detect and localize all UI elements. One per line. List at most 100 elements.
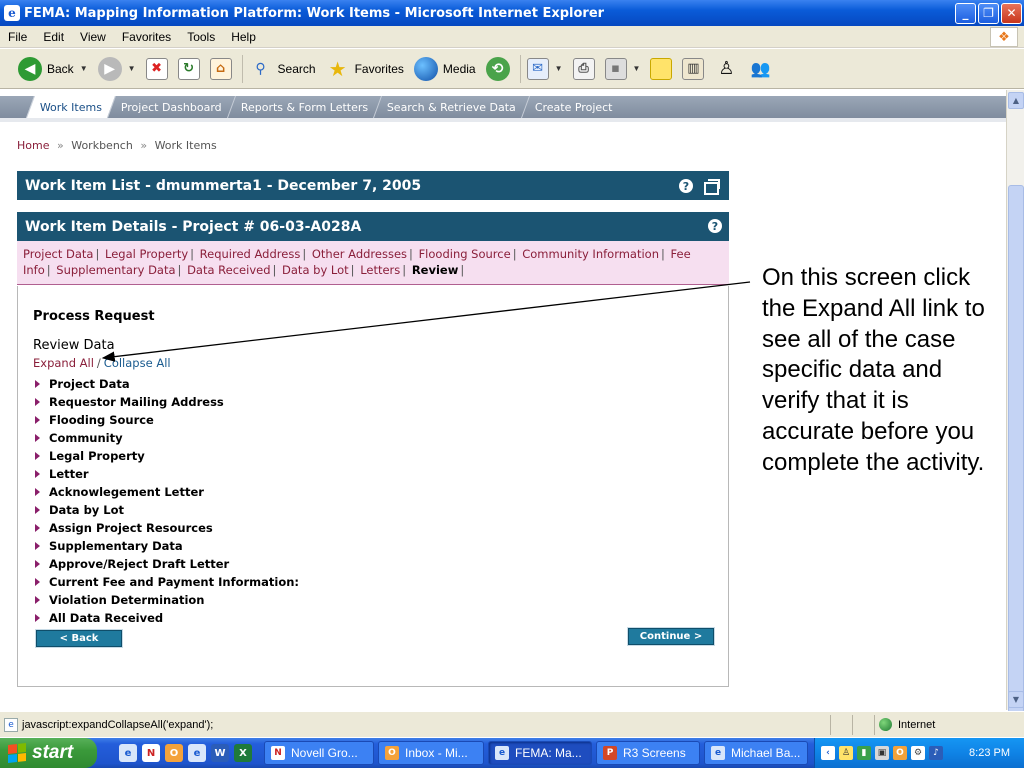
research-button[interactable]: ▥	[682, 57, 705, 80]
section-current-fee-payment[interactable]: Current Fee and Payment Information:	[34, 573, 299, 591]
menu-tools[interactable]: Tools	[179, 30, 223, 44]
expand-triangle-icon[interactable]	[35, 524, 40, 532]
discuss-button[interactable]	[650, 57, 673, 80]
minimize-button[interactable]: _	[955, 2, 976, 24]
quicklaunch-novell-icon[interactable]: N	[142, 744, 160, 762]
back-dropdown-icon[interactable]: ▼	[80, 64, 88, 73]
quicklaunch-ie-icon[interactable]: e	[119, 744, 137, 762]
menu-file[interactable]: File	[0, 30, 35, 44]
tab-project-dashboard[interactable]: Project Dashboard	[107, 96, 235, 118]
subnav-data-received[interactable]: Data Received	[187, 263, 270, 277]
tray-signal-icon[interactable]: ▮	[857, 746, 871, 760]
help-icon[interactable]: ?	[679, 179, 693, 193]
breadcrumb-home-link[interactable]: Home	[17, 139, 49, 152]
menu-view[interactable]: View	[72, 30, 114, 44]
menu-help[interactable]: Help	[223, 30, 264, 44]
quicklaunch-excel-icon[interactable]: X	[234, 744, 252, 762]
task-inbox[interactable]: O Inbox - Mi...	[378, 741, 484, 765]
tab-reports-form-letters[interactable]: Reports & Form Letters	[226, 96, 382, 118]
section-letter[interactable]: Letter	[34, 465, 299, 483]
section-assign-project-resources[interactable]: Assign Project Resources	[34, 519, 299, 537]
expand-triangle-icon[interactable]	[35, 416, 40, 424]
favorites-button[interactable]: ★ Favorites	[326, 57, 404, 81]
section-project-data[interactable]: Project Data	[34, 375, 299, 393]
back-page-button[interactable]: < Back	[36, 630, 122, 647]
tray-network-icon[interactable]: ▣	[875, 746, 889, 760]
contacts-button[interactable]: 👥	[748, 57, 772, 81]
task-fema-active[interactable]: e FEMA: Ma...	[488, 741, 592, 765]
section-data-by-lot[interactable]: Data by Lot	[34, 501, 299, 519]
section-violation-determination[interactable]: Violation Determination	[34, 591, 299, 609]
subnav-data-by-lot[interactable]: Data by Lot	[282, 263, 349, 277]
collapse-all-link[interactable]: Collapse All	[104, 356, 171, 370]
section-approve-reject-draft-letter[interactable]: Approve/Reject Draft Letter	[34, 555, 299, 573]
quicklaunch-browser-icon[interactable]: e	[188, 744, 206, 762]
tray-outlook-icon[interactable]: O	[893, 746, 907, 760]
expand-triangle-icon[interactable]	[35, 542, 40, 550]
subnav-project-data[interactable]: Project Data	[23, 247, 93, 261]
forward-dropdown-icon[interactable]: ▼	[128, 64, 136, 73]
subnav-flooding-source[interactable]: Flooding Source	[419, 247, 511, 261]
section-supplementary-data[interactable]: Supplementary Data	[34, 537, 299, 555]
subnav-review[interactable]: Review	[412, 263, 459, 277]
vertical-scrollbar[interactable]: ▲ ▼	[1006, 90, 1024, 713]
expand-triangle-icon[interactable]	[35, 398, 40, 406]
section-community[interactable]: Community	[34, 429, 299, 447]
restore-window-icon[interactable]	[704, 179, 720, 195]
start-button[interactable]: start	[0, 738, 97, 768]
tray-volume-icon[interactable]: ♪	[929, 746, 943, 760]
task-novell[interactable]: N Novell Gro...	[264, 741, 374, 765]
mail-dropdown-icon[interactable]: ▼	[555, 64, 563, 73]
tab-create-project[interactable]: Create Project	[521, 96, 626, 118]
maximize-button[interactable]: ❐	[978, 2, 999, 24]
mail-button[interactable]: ✉ ▼	[526, 57, 563, 80]
subnav-community-information[interactable]: Community Information	[522, 247, 659, 261]
subnav-letters[interactable]: Letters	[360, 263, 400, 277]
quicklaunch-outlook-icon[interactable]: O	[165, 744, 183, 762]
scroll-up-arrow-icon[interactable]: ▲	[1008, 92, 1024, 109]
expand-triangle-icon[interactable]	[35, 560, 40, 568]
menu-edit[interactable]: Edit	[35, 30, 72, 44]
expand-triangle-icon[interactable]	[35, 578, 40, 586]
quicklaunch-word-icon[interactable]: W	[211, 744, 229, 762]
section-requestor-mailing-address[interactable]: Requestor Mailing Address	[34, 393, 299, 411]
scrollbar-thumb[interactable]	[1008, 185, 1024, 713]
subnav-required-address[interactable]: Required Address	[200, 247, 301, 261]
task-r3-screens[interactable]: P R3 Screens	[596, 741, 700, 765]
subnav-legal-property[interactable]: Legal Property	[105, 247, 188, 261]
tab-work-items[interactable]: Work Items	[25, 96, 116, 118]
subnav-other-addresses[interactable]: Other Addresses	[312, 247, 407, 261]
close-button[interactable]: ✕	[1001, 2, 1022, 24]
print-button[interactable]: ⎙	[572, 57, 595, 80]
history-button[interactable]: ⟲	[485, 56, 510, 81]
search-button[interactable]: ⚲ Search	[249, 57, 315, 81]
help-icon[interactable]: ?	[708, 219, 722, 233]
expand-triangle-icon[interactable]	[35, 506, 40, 514]
subnav-supplementary-data[interactable]: Supplementary Data	[56, 263, 175, 277]
tray-person-icon[interactable]: ♙	[839, 746, 853, 760]
task-michael[interactable]: e Michael Ba...	[704, 741, 808, 765]
forward-button[interactable]: ▶ ▼	[97, 56, 136, 81]
scroll-down-arrow-icon[interactable]: ▼	[1008, 691, 1024, 708]
section-acknowlegement-letter[interactable]: Acknowlegement Letter	[34, 483, 299, 501]
expand-triangle-icon[interactable]	[35, 488, 40, 496]
stop-button[interactable]: ✖	[145, 57, 168, 80]
expand-triangle-icon[interactable]	[35, 596, 40, 604]
continue-button[interactable]: Continue >	[628, 628, 714, 645]
section-flooding-source[interactable]: Flooding Source	[34, 411, 299, 429]
expand-triangle-icon[interactable]	[35, 380, 40, 388]
media-button[interactable]: Media	[413, 56, 476, 81]
expand-triangle-icon[interactable]	[35, 614, 40, 622]
expand-triangle-icon[interactable]	[35, 470, 40, 478]
tray-expand-icon[interactable]: ‹	[821, 746, 835, 760]
edit-button[interactable]: ▪ ▼	[604, 57, 641, 80]
edit-dropdown-icon[interactable]: ▼	[633, 64, 641, 73]
back-button[interactable]: ◀ Back ▼	[18, 56, 88, 81]
section-legal-property[interactable]: Legal Property	[34, 447, 299, 465]
refresh-button[interactable]: ↻	[177, 57, 200, 80]
tab-search-retrieve-data[interactable]: Search & Retrieve Data	[373, 96, 530, 118]
expand-triangle-icon[interactable]	[35, 434, 40, 442]
home-button[interactable]: ⌂	[209, 57, 232, 80]
messenger-button[interactable]: ♙	[714, 57, 738, 81]
expand-triangle-icon[interactable]	[35, 452, 40, 460]
